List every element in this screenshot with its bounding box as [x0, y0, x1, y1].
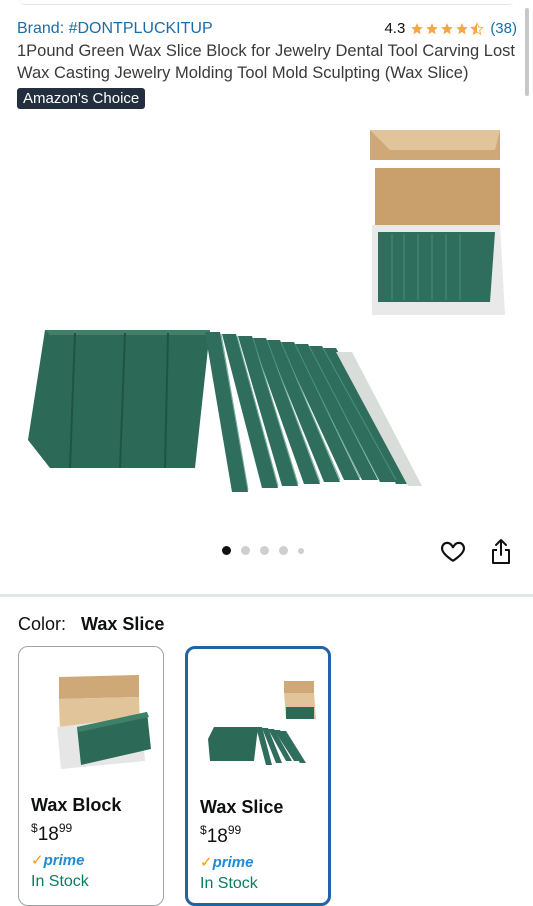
image-carousel-dots[interactable] [222, 546, 304, 555]
top-edge [0, 0, 533, 6]
share-icon[interactable] [489, 538, 513, 566]
carousel-dot[interactable] [298, 547, 304, 554]
carousel-dot[interactable] [241, 546, 250, 555]
carousel-dot[interactable] [260, 546, 269, 555]
prime-check-icon: ✓ [31, 852, 44, 869]
stock-status: In Stock [31, 873, 89, 890]
wax-block-thumbnail [57, 675, 151, 769]
color-label: Color: [18, 614, 67, 634]
color-selector-label: Color: Wax Slice [18, 614, 164, 635]
half-star-icon [470, 21, 485, 35]
price-currency: $ [31, 821, 38, 835]
heart-icon[interactable] [440, 538, 466, 564]
stock-status: In Stock [200, 875, 258, 892]
star-icon [426, 22, 439, 34]
product-image[interactable] [0, 120, 533, 540]
prime-label: prime [212, 854, 254, 871]
wax-slice-thumbnail [208, 681, 316, 765]
section-divider [0, 594, 533, 597]
star-icon [411, 22, 424, 34]
brand-link[interactable]: Brand: #DONTPLUCKITUP [17, 20, 213, 38]
variation-name: Wax Slice [200, 797, 284, 817]
rating-count[interactable]: (38) [490, 20, 517, 37]
prime-badge: ✓prime [200, 853, 253, 871]
rating-summary[interactable]: 4.3 (38) [384, 20, 517, 37]
variation-price: $1899 [31, 821, 72, 846]
star-icon [456, 22, 469, 34]
scrollbar[interactable] [525, 8, 529, 96]
price-fraction: 99 [227, 823, 242, 837]
wax-slices-main-image [28, 330, 422, 492]
prime-label: prime [43, 852, 85, 869]
price-whole: 18 [37, 824, 59, 845]
star-rating [410, 21, 485, 36]
price-whole: 18 [206, 826, 228, 847]
prime-check-icon: ✓ [200, 854, 213, 871]
star-icon [441, 22, 454, 34]
variation-card-wax-slice[interactable]: Wax Slice $1899 ✓prime In Stock [185, 646, 331, 906]
price-fraction: 99 [58, 821, 73, 835]
amazons-choice-badge: Amazon's Choice [17, 88, 146, 109]
prime-badge: ✓prime [31, 851, 84, 869]
carousel-dot[interactable] [279, 546, 288, 555]
variation-price: $1899 [200, 823, 241, 848]
variation-card-wax-block[interactable]: Wax Block $1899 ✓prime In Stock [18, 646, 164, 906]
carousel-dot[interactable] [222, 546, 231, 555]
product-box-inset-image [370, 130, 505, 315]
product-title: 1Pound Green Wax Slice Block for Jewelry… [17, 42, 515, 82]
rating-value: 4.3 [384, 20, 406, 37]
price-currency: $ [200, 823, 207, 837]
selected-color-value: Wax Slice [81, 614, 165, 634]
variation-name: Wax Block [31, 795, 122, 815]
